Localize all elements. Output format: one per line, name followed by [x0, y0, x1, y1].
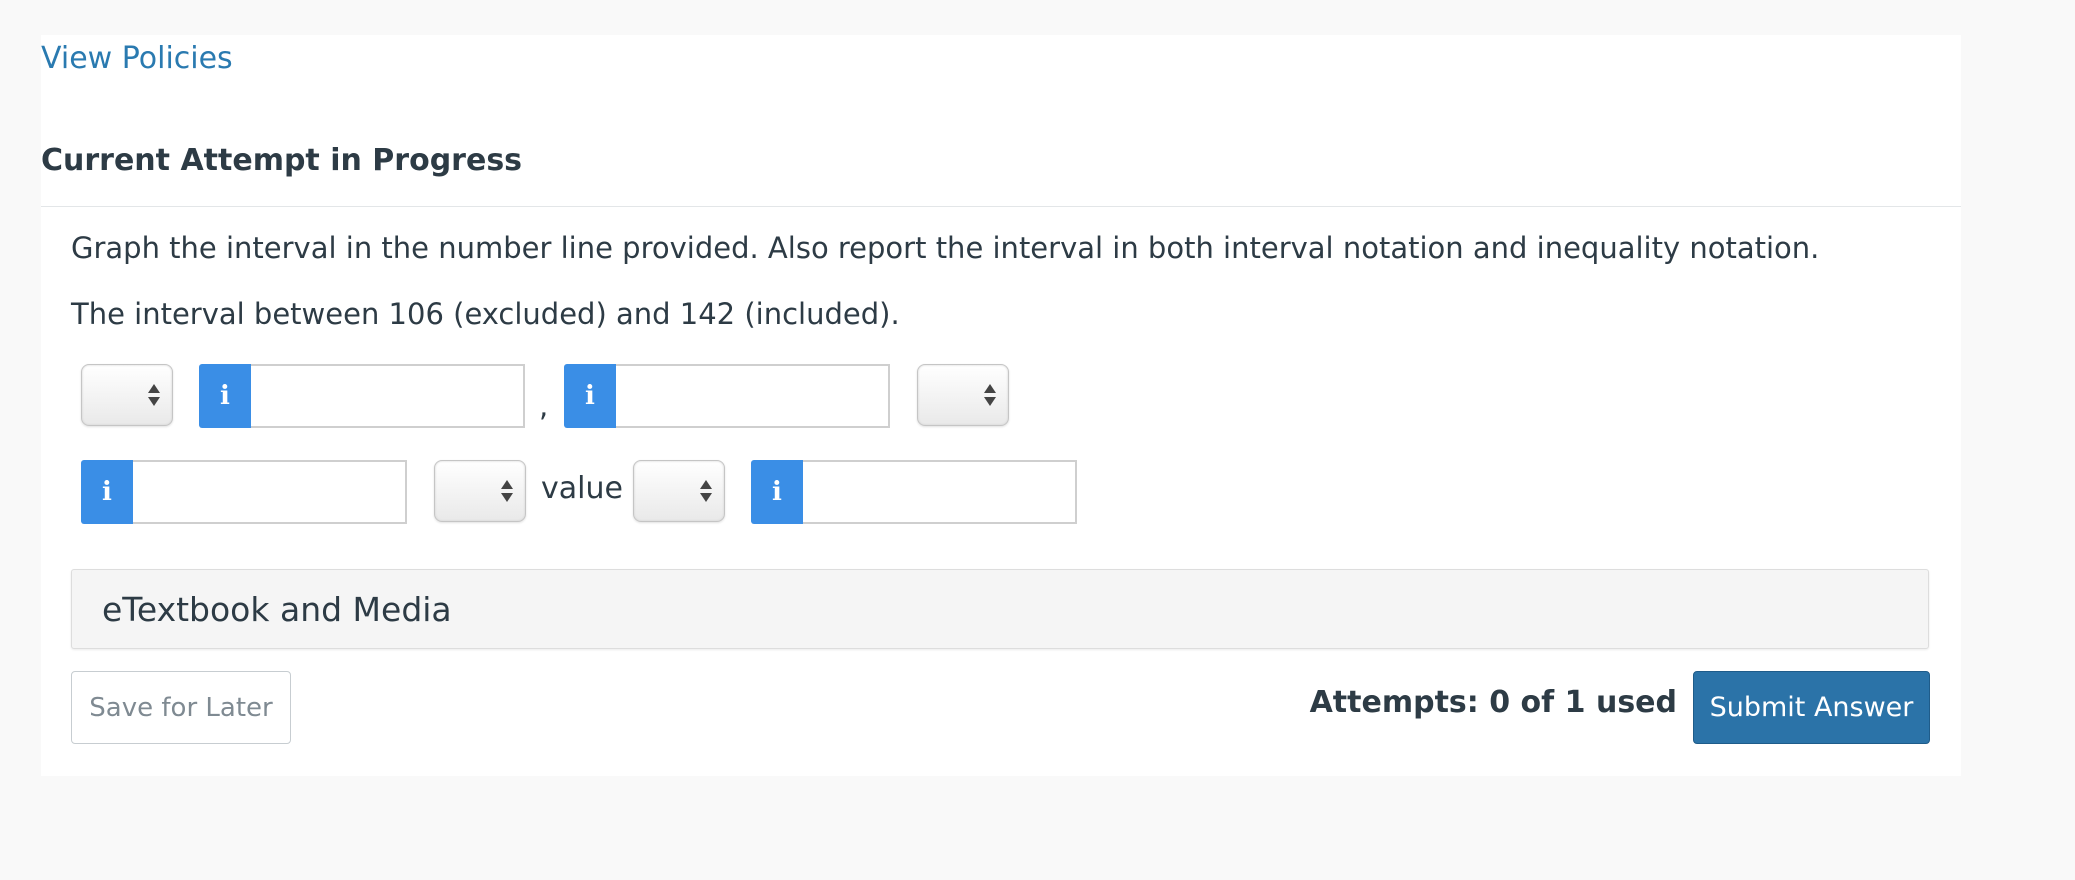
- info-icon[interactable]: i: [564, 364, 616, 428]
- info-icon[interactable]: i: [199, 364, 251, 428]
- save-for-later-button[interactable]: Save for Later: [71, 671, 291, 744]
- info-icon[interactable]: i: [751, 460, 803, 524]
- attempts-counter: Attempts: 0 of 1 used: [1309, 685, 1677, 720]
- etextbook-media-panel[interactable]: eTextbook and Media: [71, 569, 1929, 649]
- lower-value-input-group: i: [81, 460, 407, 524]
- lower-bound-input[interactable]: [251, 364, 525, 428]
- upper-value-input[interactable]: [803, 460, 1077, 524]
- upper-bound-input-group: i: [564, 364, 890, 428]
- select-arrows-icon: [700, 478, 712, 504]
- left-bracket-select[interactable]: [81, 364, 173, 426]
- lower-value-input[interactable]: [133, 460, 407, 524]
- right-bracket-select[interactable]: [917, 364, 1009, 426]
- question-instruction: Graph the interval in the number line pr…: [71, 231, 1820, 265]
- second-operator-select[interactable]: [633, 460, 725, 522]
- select-arrows-icon: [148, 382, 160, 408]
- interval-separator: ,: [539, 389, 549, 423]
- submit-answer-button[interactable]: Submit Answer: [1693, 671, 1930, 744]
- select-arrows-icon: [501, 478, 513, 504]
- upper-value-input-group: i: [751, 460, 1077, 524]
- select-arrows-icon: [984, 382, 996, 408]
- etextbook-media-label: eTextbook and Media: [102, 590, 452, 629]
- info-icon[interactable]: i: [81, 460, 133, 524]
- section-title: Current Attempt in Progress: [41, 143, 523, 178]
- question-prompt: The interval between 106 (excluded) and …: [71, 297, 900, 331]
- title-divider: [41, 206, 1961, 207]
- lower-bound-input-group: i: [199, 364, 525, 428]
- question-card: View Policies Current Attempt in Progres…: [41, 35, 1961, 776]
- variable-label: value: [541, 471, 623, 506]
- view-policies-link[interactable]: View Policies: [41, 41, 233, 76]
- upper-bound-input[interactable]: [616, 364, 890, 428]
- first-operator-select[interactable]: [434, 460, 526, 522]
